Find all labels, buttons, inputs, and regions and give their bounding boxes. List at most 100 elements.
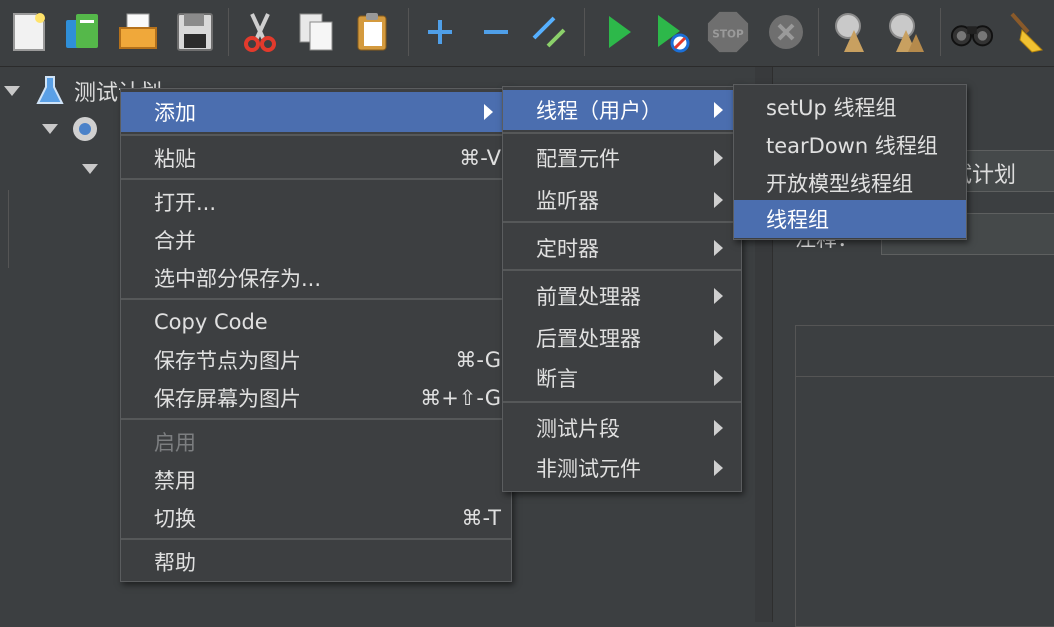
menu-item-toggle[interactable]: 切换 ⌘-T: [121, 499, 511, 537]
menu-separator: [503, 132, 741, 134]
menu-item-save-node-image[interactable]: 保存节点为图片 ⌘-G: [121, 341, 511, 379]
name-field[interactable]: 测试计划: [928, 150, 1054, 192]
reset-search-icon[interactable]: [1006, 8, 1050, 56]
menu-item-teardown-thread-group[interactable]: tearDown 线程组: [734, 126, 966, 164]
gear-icon: [73, 117, 97, 141]
shortcut-label: ⌘-V: [459, 146, 501, 170]
menu-separator: [121, 134, 511, 136]
settings-box: [795, 325, 1054, 627]
copy-icon[interactable]: [294, 8, 338, 56]
submenu-arrow-icon: [714, 192, 723, 208]
menu-item-post-processor[interactable]: 后置处理器: [503, 319, 741, 357]
menu-item-label: Copy Code: [154, 310, 268, 334]
add-submenu: 线程（用户） 配置元件 监听器 定时器 前置处理器 后置处理器 断言 测试片段 …: [502, 86, 742, 492]
menu-separator: [503, 269, 741, 271]
cut-icon[interactable]: [238, 8, 282, 56]
open-icon[interactable]: [116, 8, 160, 56]
menu-item-label: 线程（用户）: [536, 99, 662, 123]
menu-item-label: 打开...: [154, 191, 217, 215]
menu-item-label: 合并: [154, 229, 196, 253]
start-no-pause-icon[interactable]: [650, 8, 694, 56]
templates-icon[interactable]: [60, 8, 104, 56]
menu-separator: [121, 538, 511, 540]
expand-arrow-icon[interactable]: [82, 164, 98, 174]
shortcut-label: ⌘-T: [461, 506, 501, 530]
expand-arrow-icon[interactable]: [4, 86, 20, 96]
tree-node-child[interactable]: [82, 150, 98, 188]
tree-guide-line: [8, 190, 9, 268]
menu-item-setup-thread-group[interactable]: setUp 线程组: [734, 88, 966, 126]
menu-item-thread-group[interactable]: 线程组: [734, 200, 966, 238]
submenu-arrow-icon: [714, 330, 723, 346]
menu-item-label: 禁用: [154, 469, 196, 493]
save-icon[interactable]: [172, 8, 216, 56]
toggle-icon[interactable]: [526, 8, 570, 56]
submenu-arrow-icon: [714, 370, 723, 386]
menu-item-label: 帮助: [154, 551, 196, 575]
shutdown-icon: [764, 8, 808, 56]
menu-separator: [121, 178, 511, 180]
menu-item-label: 开放模型线程组: [766, 172, 913, 196]
submenu-arrow-icon: [714, 102, 723, 118]
menu-item-label: 断言: [536, 367, 578, 391]
menu-item-listener[interactable]: 监听器: [503, 181, 741, 219]
menu-item-paste[interactable]: 粘贴 ⌘-V: [121, 139, 511, 177]
menu-item-label: 前置处理器: [536, 285, 641, 309]
menu-item-label: setUp 线程组: [766, 96, 897, 120]
expand-arrow-icon[interactable]: [42, 124, 58, 134]
menu-item-save-screen-image[interactable]: 保存屏幕为图片 ⌘+⇧-G: [121, 379, 511, 417]
menu-item-config-element[interactable]: 配置元件: [503, 139, 741, 177]
menu-item-pre-processor[interactable]: 前置处理器: [503, 277, 741, 315]
menu-item-open-model-thread-group[interactable]: 开放模型线程组: [734, 164, 966, 202]
menu-item-assertion[interactable]: 断言: [503, 359, 741, 397]
menu-item-label: 粘贴: [154, 147, 196, 171]
paste-icon[interactable]: [350, 8, 394, 56]
menu-item-enable: 启用: [121, 423, 511, 461]
submenu-arrow-icon: [714, 150, 723, 166]
menu-item-test-fragment[interactable]: 测试片段: [503, 409, 741, 447]
menu-item-label: 切换: [154, 507, 196, 531]
menu-item-label: tearDown 线程组: [766, 134, 938, 158]
menu-separator: [121, 298, 511, 300]
menu-separator: [121, 418, 511, 420]
menu-item-label: 配置元件: [536, 147, 620, 171]
menu-item-label: 定时器: [536, 237, 599, 261]
submenu-arrow-icon: [714, 420, 723, 436]
menu-item-help[interactable]: 帮助: [121, 543, 511, 581]
menu-item-threads[interactable]: 线程（用户）: [503, 90, 741, 130]
menu-item-open[interactable]: 打开...: [121, 183, 511, 221]
menu-separator: [503, 401, 741, 403]
menu-item-copy-code[interactable]: Copy Code: [121, 303, 511, 341]
new-icon[interactable]: [6, 8, 50, 56]
submenu-arrow-icon: [484, 104, 493, 120]
collapse-icon[interactable]: [474, 8, 518, 56]
menu-item-label: 保存屏幕为图片: [154, 387, 301, 411]
clear-all-icon[interactable]: [884, 8, 928, 56]
flask-icon: [36, 76, 64, 104]
menu-item-merge[interactable]: 合并: [121, 221, 511, 259]
menu-item-label: 后置处理器: [536, 327, 641, 351]
stop-icon: STOP: [706, 8, 750, 56]
menu-separator: [503, 221, 741, 223]
shortcut-label: ⌘-G: [455, 348, 501, 372]
tree-node-thread-group[interactable]: [42, 110, 100, 148]
menu-item-add[interactable]: 添加: [121, 92, 511, 132]
menu-item-non-test-element[interactable]: 非测试元件: [503, 449, 741, 487]
menu-item-timer[interactable]: 定时器: [503, 229, 741, 267]
start-icon[interactable]: [596, 8, 640, 56]
menu-item-label: 添加: [154, 101, 196, 125]
menu-item-label: 选中部分保存为...: [154, 267, 322, 291]
toolbar: STOP: [0, 0, 1054, 67]
expand-icon[interactable]: [418, 8, 462, 56]
context-menu: 添加 粘贴 ⌘-V 打开... 合并 选中部分保存为... Copy Code …: [120, 88, 512, 582]
submenu-arrow-icon: [714, 460, 723, 476]
shortcut-label: ⌘+⇧-G: [420, 386, 501, 410]
submenu-arrow-icon: [714, 240, 723, 256]
search-icon[interactable]: [950, 8, 994, 56]
menu-item-label: 线程组: [766, 208, 829, 232]
menu-item-label: 启用: [154, 431, 196, 455]
clear-icon[interactable]: [828, 8, 872, 56]
menu-item-disable[interactable]: 禁用: [121, 461, 511, 499]
menu-item-label: 非测试元件: [536, 457, 641, 481]
menu-item-save-selection[interactable]: 选中部分保存为...: [121, 259, 511, 297]
